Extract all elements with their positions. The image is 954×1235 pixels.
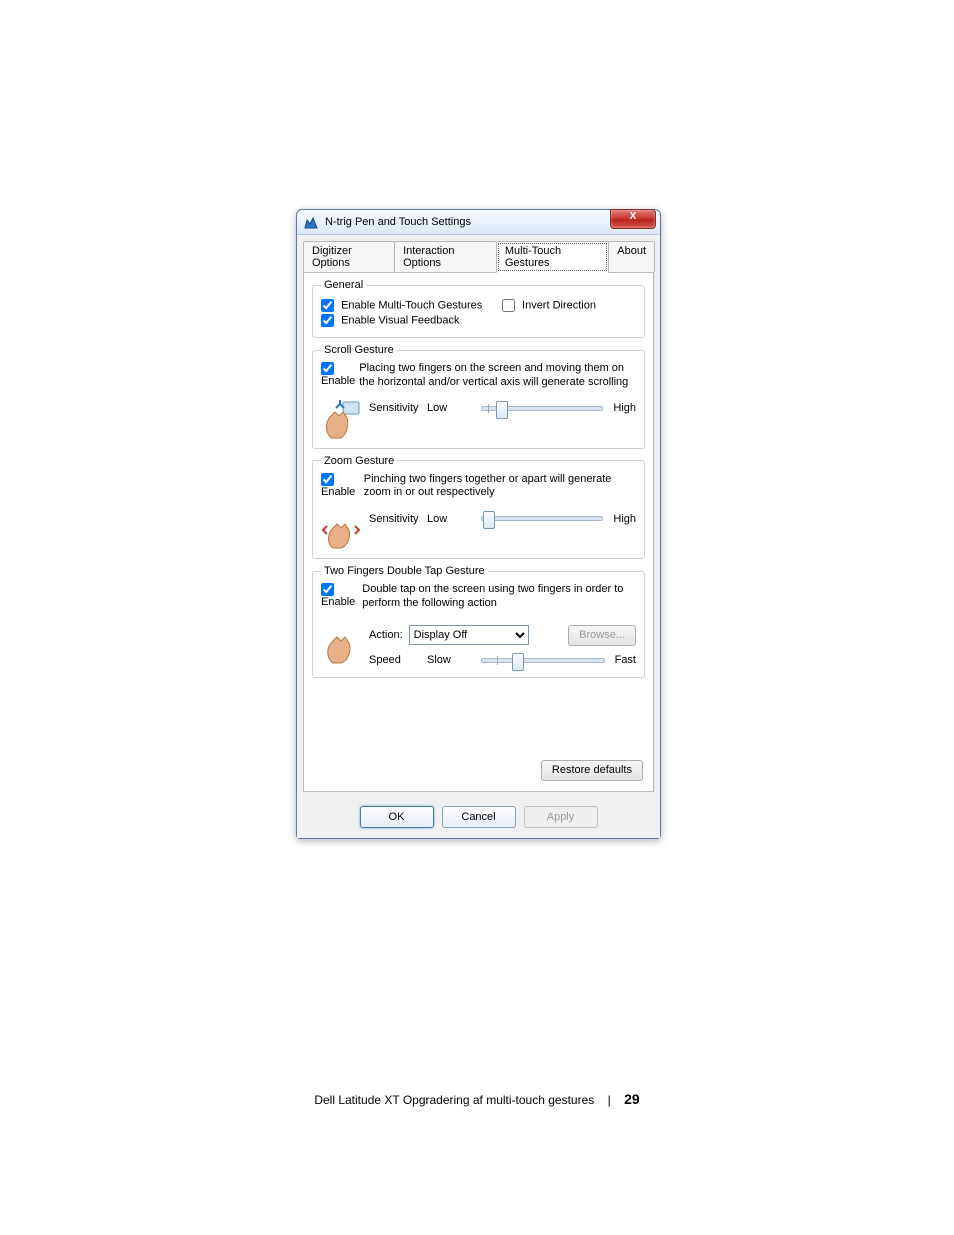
app-icon [303, 214, 319, 230]
dtap-description: Double tap on the screen using two finge… [362, 583, 636, 611]
restore-defaults-button[interactable]: Restore defaults [541, 760, 643, 781]
enable-multitouch-label[interactable]: Enable Multi-Touch Gestures [321, 299, 482, 312]
tab-strip: Digitizer Options Interaction Options Mu… [303, 241, 654, 273]
tab-about[interactable]: About [608, 241, 655, 272]
tab-digitizer-options[interactable]: Digitizer Options [303, 241, 395, 272]
zoom-enable-label[interactable]: Enable [321, 473, 360, 498]
scroll-gesture-group: Scroll Gesture Enable Placing two finger… [312, 344, 645, 449]
zoom-gesture-icon [321, 510, 361, 550]
scroll-gesture-icon [321, 400, 361, 440]
scroll-enable-text: Enable [321, 375, 355, 387]
zoom-legend: Zoom Gesture [321, 455, 397, 467]
zoom-enable-checkbox[interactable] [321, 473, 334, 486]
enable-visual-feedback-checkbox[interactable] [321, 314, 334, 327]
window-title: N-trig Pen and Touch Settings [325, 216, 471, 228]
dtap-enable-label[interactable]: Enable [321, 583, 358, 608]
tab-interaction-options[interactable]: Interaction Options [394, 241, 497, 272]
tab-panel: General Enable Multi-Touch Gestures Inve… [303, 273, 654, 792]
enable-visual-feedback-text: Enable Visual Feedback [341, 314, 459, 326]
apply-button[interactable]: Apply [524, 806, 598, 828]
dtap-legend: Two Fingers Double Tap Gesture [321, 565, 488, 577]
scroll-sensitivity-slider[interactable] [481, 406, 603, 411]
fast-label: Fast [615, 654, 636, 666]
scroll-legend: Scroll Gesture [321, 344, 397, 356]
titlebar[interactable]: N-trig Pen and Touch Settings X [297, 210, 660, 235]
browse-button[interactable]: Browse... [568, 625, 636, 646]
zoom-description: Pinching two fingers together or apart w… [364, 473, 636, 501]
scroll-description: Placing two fingers on the screen and mo… [359, 362, 636, 390]
dtap-enable-text: Enable [321, 596, 355, 608]
general-group: General Enable Multi-Touch Gestures Inve… [312, 279, 645, 338]
zoom-sensitivity-label: Sensitivity [369, 513, 421, 525]
zoom-sensitivity-slider[interactable] [481, 516, 603, 521]
speed-slider[interactable] [481, 658, 605, 663]
ok-button[interactable]: OK [360, 806, 434, 828]
enable-multitouch-checkbox[interactable] [321, 299, 334, 312]
zoom-enable-text: Enable [321, 486, 355, 498]
dialog-buttons: OK Cancel Apply [297, 798, 660, 838]
zoom-gesture-group: Zoom Gesture Enable Pinching two fingers… [312, 455, 645, 560]
enable-multitouch-text: Enable Multi-Touch Gestures [341, 299, 482, 311]
scroll-enable-label[interactable]: Enable [321, 362, 355, 387]
action-label: Action: [369, 629, 403, 641]
dtap-gesture-icon [321, 621, 361, 669]
speed-label: Speed [369, 654, 421, 666]
tab-multi-touch-gestures[interactable]: Multi-Touch Gestures [496, 241, 609, 273]
scroll-sensitivity-label: Sensitivity [369, 402, 421, 414]
scroll-enable-checkbox[interactable] [321, 362, 334, 375]
general-legend: General [321, 279, 366, 291]
scroll-high-label: High [613, 402, 636, 414]
action-select[interactable]: Display Off [409, 625, 529, 645]
invert-direction-checkbox[interactable] [502, 299, 515, 312]
double-tap-gesture-group: Two Fingers Double Tap Gesture Enable Do… [312, 565, 645, 678]
cancel-button[interactable]: Cancel [442, 806, 516, 828]
zoom-high-label: High [613, 513, 636, 525]
page-footer: Dell Latitude XT Opgradering af multi-to… [0, 1091, 954, 1107]
close-button[interactable]: X [610, 209, 656, 229]
footer-separator: | [608, 1093, 611, 1107]
dtap-enable-checkbox[interactable] [321, 583, 334, 596]
invert-direction-label[interactable]: Invert Direction [502, 299, 596, 312]
settings-dialog: N-trig Pen and Touch Settings X Digitize… [296, 209, 661, 839]
scroll-low-label: Low [427, 402, 471, 414]
footer-text: Dell Latitude XT Opgradering af multi-to… [314, 1093, 594, 1107]
enable-visual-feedback-label[interactable]: Enable Visual Feedback [321, 314, 460, 327]
page-number: 29 [624, 1091, 640, 1107]
zoom-low-label: Low [427, 513, 471, 525]
invert-direction-text: Invert Direction [522, 299, 596, 311]
slow-label: Slow [427, 654, 471, 666]
